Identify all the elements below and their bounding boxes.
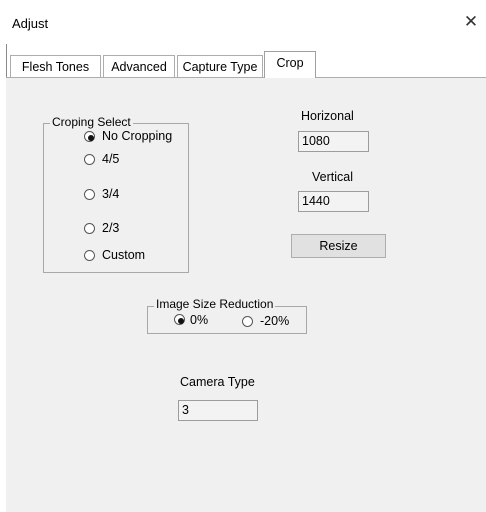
radio-2-3[interactable] (84, 223, 95, 234)
vertical-input[interactable]: 1440 (298, 191, 369, 212)
radio-4-5-label[interactable]: 4/5 (102, 152, 119, 166)
tab-flesh-tones[interactable]: Flesh Tones (10, 55, 101, 77)
window-title: Adjust (12, 16, 49, 31)
radio-reduction-20-label[interactable]: -20% (260, 314, 289, 328)
radio-custom[interactable] (84, 250, 95, 261)
camera-type-label: Camera Type (180, 375, 255, 389)
cropping-select-label: Croping Select (50, 115, 133, 129)
radio-reduction-0-label[interactable]: 0% (190, 313, 208, 327)
radio-no-cropping-label[interactable]: No Cropping (102, 129, 172, 143)
crop-tab-panel: Croping Select No Cropping 4/5 3/4 2/3 C… (6, 77, 486, 512)
radio-3-4[interactable] (84, 189, 95, 200)
title-bar (0, 0, 486, 44)
radio-3-4-label[interactable]: 3/4 (102, 187, 119, 201)
radio-reduction-20[interactable] (242, 316, 253, 327)
close-icon[interactable]: ✕ (459, 10, 483, 34)
tab-crop[interactable]: Crop (264, 51, 316, 78)
tab-advanced[interactable]: Advanced (103, 55, 175, 77)
camera-type-input[interactable]: 3 (178, 400, 258, 421)
image-size-reduction-label: Image Size Reduction (154, 297, 276, 311)
horizontal-input[interactable]: 1080 (298, 131, 369, 152)
resize-button[interactable]: Resize (291, 234, 386, 258)
radio-4-5[interactable] (84, 154, 95, 165)
horizontal-label: Horizonal (301, 109, 354, 123)
radio-reduction-0[interactable] (174, 314, 185, 325)
vertical-label: Vertical (312, 170, 353, 184)
radio-no-cropping[interactable] (84, 131, 95, 142)
radio-2-3-label[interactable]: 2/3 (102, 221, 119, 235)
tab-capture-type[interactable]: Capture Type (177, 55, 263, 77)
radio-custom-label[interactable]: Custom (102, 248, 145, 262)
